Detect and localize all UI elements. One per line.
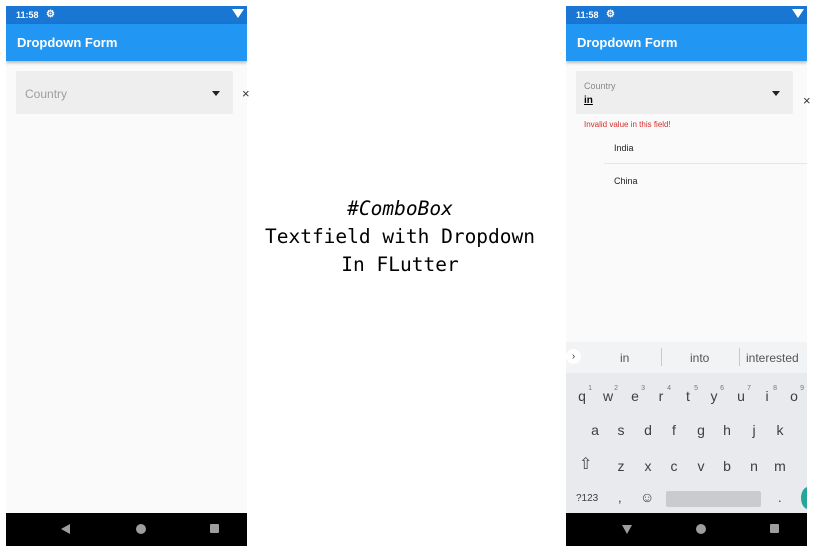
recent-apps-icon[interactable] bbox=[210, 524, 219, 533]
caption-subtitle: In FLutter bbox=[341, 253, 459, 276]
hide-keyboard-icon[interactable] bbox=[622, 525, 632, 534]
key[interactable]: x bbox=[638, 458, 658, 474]
key[interactable]: a bbox=[585, 422, 605, 438]
period-key[interactable]: . bbox=[778, 490, 782, 505]
divider bbox=[661, 348, 662, 366]
key[interactable]: u7 bbox=[731, 385, 751, 404]
key[interactable]: v bbox=[691, 458, 711, 474]
key[interactable]: f bbox=[664, 422, 684, 438]
right-phone-screen: 11:58 ⚙ Dropdown Form Country in Invalid… bbox=[566, 6, 807, 546]
caption-title: Textfield with Dropdown bbox=[264, 225, 536, 248]
gear-icon: ⚙ bbox=[46, 9, 55, 20]
key[interactable]: y6 bbox=[704, 385, 725, 404]
home-icon[interactable] bbox=[136, 524, 146, 534]
status-bar: 11:58 ⚙ bbox=[566, 6, 807, 24]
status-bar: 11:58 ⚙ bbox=[6, 6, 247, 24]
navigation-bar bbox=[6, 513, 247, 546]
key[interactable]: d bbox=[638, 422, 658, 438]
app-bar: Dropdown Form bbox=[566, 24, 807, 61]
key[interactable]: h bbox=[717, 422, 737, 438]
key[interactable]: t5 bbox=[678, 385, 698, 404]
app-bar: Dropdown Form bbox=[6, 24, 247, 61]
enter-key[interactable] bbox=[801, 487, 807, 509]
gear-icon: ⚙ bbox=[606, 9, 615, 20]
navigation-bar bbox=[566, 513, 807, 546]
divider bbox=[739, 348, 740, 366]
wifi-icon bbox=[232, 9, 244, 18]
shift-icon[interactable]: ⇧ bbox=[579, 454, 592, 474]
validation-error: Invalid value in this field! bbox=[584, 120, 671, 129]
country-input-value[interactable]: in bbox=[584, 95, 593, 106]
key[interactable]: c bbox=[664, 458, 684, 474]
key[interactable]: j bbox=[744, 422, 764, 438]
dropdown-arrow-icon[interactable] bbox=[212, 91, 220, 96]
country-label: Country bbox=[584, 81, 616, 91]
key[interactable]: e3 bbox=[625, 385, 645, 404]
app-title: Dropdown Form bbox=[577, 35, 678, 50]
key[interactable]: k bbox=[770, 422, 790, 438]
app-title: Dropdown Form bbox=[17, 35, 118, 50]
key[interactable]: b bbox=[717, 458, 737, 474]
word-suggestion[interactable]: into bbox=[690, 351, 709, 365]
country-placeholder: Country bbox=[25, 87, 68, 101]
key[interactable]: n bbox=[744, 458, 764, 474]
left-phone-screen: 11:58 ⚙ Dropdown Form Country bbox=[6, 6, 247, 546]
home-icon[interactable] bbox=[696, 524, 706, 534]
space-bar[interactable] bbox=[666, 491, 761, 507]
key[interactable]: z bbox=[611, 458, 631, 474]
caption: #ComboBox Textfield with Dropdown In FLu… bbox=[247, 195, 553, 279]
wifi-icon bbox=[792, 9, 804, 18]
suggestion-item[interactable]: China bbox=[604, 165, 807, 197]
dropdown-arrow-icon[interactable] bbox=[772, 91, 780, 96]
status-time: 11:58 bbox=[16, 10, 39, 20]
key[interactable]: s bbox=[611, 422, 631, 438]
word-suggestion[interactable]: in bbox=[620, 351, 629, 365]
word-suggestion[interactable]: interested bbox=[746, 351, 799, 365]
caption-hashtag: #ComboBox bbox=[347, 197, 453, 220]
soft-keyboard: › in into interested q1 w2 e3 r4 t5 y6 u… bbox=[566, 342, 807, 513]
key[interactable]: o9 bbox=[784, 385, 804, 404]
keyboard-suggestion-bar: › in into interested bbox=[566, 342, 807, 373]
back-icon[interactable] bbox=[61, 524, 70, 534]
suggestion-label: India bbox=[614, 143, 634, 153]
key[interactable]: w2 bbox=[598, 385, 618, 404]
key[interactable]: r4 bbox=[651, 385, 671, 404]
country-combobox-field[interactable]: Country in bbox=[576, 71, 793, 114]
country-dropdown-field[interactable]: Country bbox=[16, 71, 233, 114]
key[interactable]: i8 bbox=[757, 385, 777, 404]
key[interactable]: m bbox=[770, 458, 790, 474]
suggestion-item[interactable]: India bbox=[604, 132, 807, 164]
status-time: 11:58 bbox=[576, 10, 599, 20]
suggestion-label: China bbox=[614, 176, 638, 186]
key[interactable]: q1 bbox=[572, 385, 592, 404]
close-icon[interactable]: × bbox=[242, 86, 250, 101]
comma-key[interactable]: , bbox=[618, 490, 622, 505]
emoji-icon[interactable]: ☺ bbox=[640, 489, 654, 505]
symbols-key[interactable]: ?123 bbox=[576, 493, 598, 504]
close-icon[interactable]: × bbox=[803, 93, 811, 108]
recent-apps-icon[interactable] bbox=[770, 524, 779, 533]
chevron-right-icon[interactable]: › bbox=[566, 349, 581, 364]
key[interactable]: g bbox=[691, 422, 711, 438]
